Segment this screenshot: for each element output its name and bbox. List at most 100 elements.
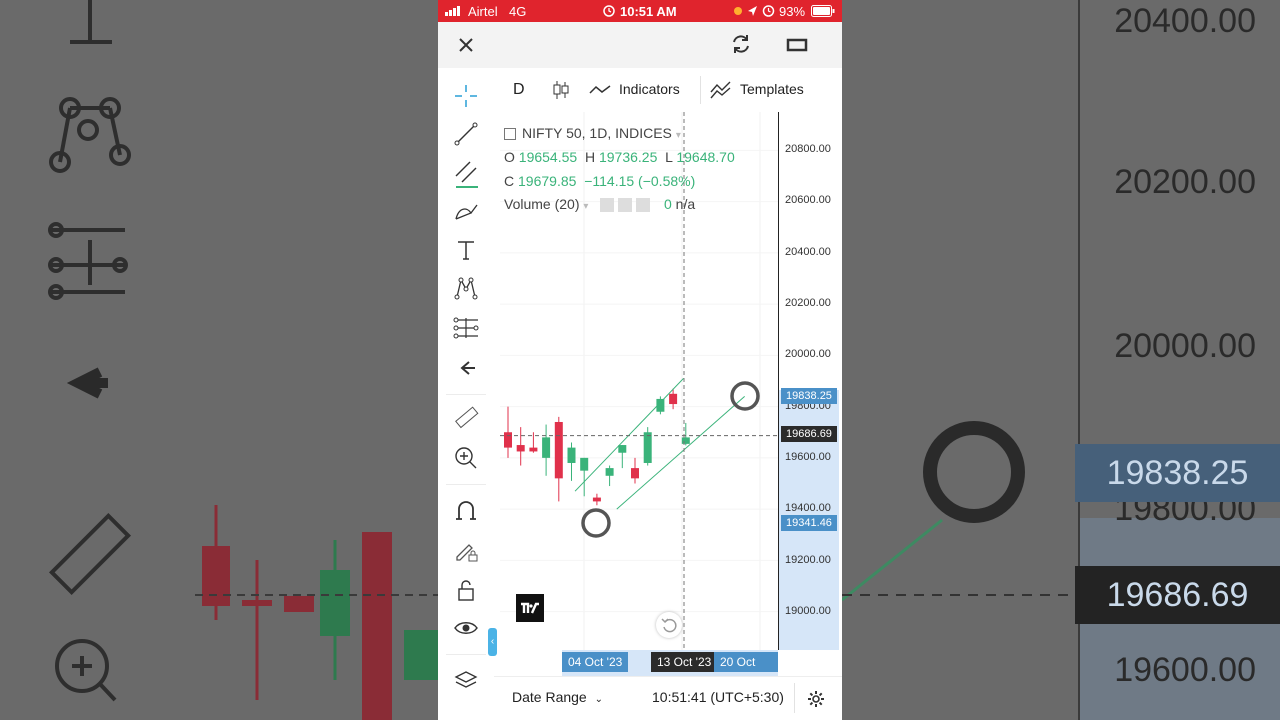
volume-label: Volume (20) [504, 196, 580, 212]
channel-anchor-handle [730, 381, 760, 411]
candle-body [669, 393, 678, 405]
candle-body [567, 447, 576, 463]
dropdown-caret-icon: ▾ [583, 201, 589, 212]
price-tick: 20000.00 [785, 348, 831, 360]
remove-small-icon[interactable] [636, 198, 651, 213]
date-range-button[interactable]: Date Range ⌄ [512, 689, 603, 705]
indicators-label: Indicators [619, 81, 680, 97]
gear-icon[interactable] [802, 685, 830, 713]
candles-icon[interactable] [550, 78, 572, 102]
candle-body [592, 497, 601, 502]
legend-ohlc-row: O 19654.55 H 19736.25 L 19648.70 [504, 149, 735, 165]
lower-price-label: 19341.46 [781, 515, 837, 531]
fullscreen-icon[interactable] [782, 30, 812, 60]
back-arrow-icon[interactable] [450, 352, 482, 384]
templates-icon [710, 81, 731, 99]
collapse-legend-icon[interactable] [504, 128, 516, 141]
candle-body [580, 457, 589, 471]
candle-body [643, 432, 652, 463]
ruler-icon[interactable] [450, 402, 482, 434]
bg-price-label: 19600.00 [1114, 651, 1256, 689]
dropdown-caret-icon: ▾ [675, 130, 681, 141]
channel-line [616, 395, 745, 510]
chevron-down-icon: ⌄ [594, 694, 603, 705]
low-label: L [665, 149, 673, 165]
tool-divider [446, 394, 486, 395]
tradingview-logo [516, 594, 544, 622]
price-tick: 19400.00 [785, 502, 831, 514]
layers-icon[interactable] [450, 665, 482, 697]
time-label: 20 Oct '23 [714, 652, 778, 689]
candle-body [516, 445, 525, 452]
symbol-name: NIFTY 50, 1D, INDICES [522, 125, 672, 141]
price-tick: 19000.00 [785, 605, 831, 617]
zoom-in-icon[interactable] [450, 442, 482, 474]
indicators-button[interactable]: Indicators [589, 80, 694, 102]
volume-value: 0 [663, 196, 672, 212]
price-tick: 20800.00 [785, 143, 831, 155]
brush-icon[interactable] [450, 196, 482, 228]
battery-percent: 93% [779, 4, 806, 19]
drawing-toolbar: ‹ [438, 68, 497, 720]
legend-volume-row: Volume (20) ▾ 0 n/a [504, 196, 695, 213]
templates-button[interactable]: Templates [710, 80, 830, 102]
legend-symbol-row: NIFTY 50, 1D, INDICES ▾ [504, 125, 681, 141]
close-value: 19679.85 [518, 173, 577, 189]
time-label: 13 Oct '23 [651, 652, 718, 672]
parallel-channel-icon[interactable] [450, 158, 482, 190]
price-tick: 20200.00 [785, 297, 831, 309]
time-axis[interactable]: 04 Oct '23 13 Oct '23 20 Oct '23 [500, 650, 778, 689]
eye-icon[interactable] [450, 612, 482, 644]
reset-chart-icon[interactable] [656, 612, 682, 638]
background-zoom-left [0, 0, 438, 720]
trend-line-icon[interactable] [450, 118, 482, 150]
close-label: C [504, 173, 515, 189]
candle-body [681, 437, 690, 444]
background-tools [48, 0, 438, 720]
settings-small-icon[interactable] [618, 198, 633, 213]
refresh-icon[interactable] [726, 29, 756, 59]
timezone-clock[interactable]: 10:51:41 (UTC+5:30) [652, 689, 784, 705]
price-axis[interactable]: 20800.00 20600.00 20400.00 20200.00 2000… [778, 112, 839, 650]
bg-price-label: 20400.00 [1114, 2, 1256, 40]
low-value: 19648.70 [676, 149, 735, 165]
tool-divider [446, 484, 486, 485]
lock-drawing-icon[interactable] [450, 534, 482, 566]
candle-body [605, 468, 614, 476]
channel-anchor-handle [581, 508, 611, 538]
chart-area[interactable]: NIFTY 50, 1D, INDICES ▾ O 19654.55 H 1973… [500, 98, 778, 650]
magnet-icon[interactable] [450, 494, 482, 526]
visibility-icon[interactable] [600, 198, 615, 213]
crosshair-icon[interactable] [450, 80, 482, 112]
location-icon [748, 6, 757, 16]
prediction-icon[interactable] [450, 312, 482, 344]
bg-current-price-label: 19686.69 [1075, 566, 1280, 624]
upper-price-label: 19838.25 [781, 388, 837, 404]
bg-price-label: 20200.00 [1114, 163, 1256, 201]
battery-icon [811, 5, 835, 17]
top-bar [438, 22, 842, 68]
close-icon[interactable] [452, 31, 480, 59]
high-label: H [584, 149, 596, 165]
bg-upper-price-label: 19838.25 [1075, 444, 1280, 502]
legend-close-row: C 19679.85 −114.15 (−0.58%) [504, 173, 695, 189]
bottom-divider [794, 683, 795, 713]
channel-line [574, 378, 684, 492]
interval-button[interactable]: D [513, 81, 525, 99]
candle-body [631, 468, 639, 479]
price-tick: 19200.00 [785, 554, 831, 566]
indicators-icon [589, 85, 611, 94]
tool-divider [446, 654, 486, 655]
recording-dot-icon [734, 7, 742, 15]
text-tool-icon[interactable] [450, 234, 482, 266]
chart-toolbar: D Indicators Templates [494, 68, 842, 112]
collapse-toolbar-chevron-icon[interactable]: ‹ [488, 628, 497, 656]
time-label: 04 Oct '23 [562, 652, 629, 672]
pattern-icon[interactable] [450, 272, 482, 304]
unlock-icon[interactable] [450, 574, 482, 606]
open-label: O [504, 149, 515, 165]
candle-body [504, 432, 512, 448]
carrier-name: Airtel [468, 4, 498, 19]
candle-body [529, 447, 538, 452]
price-tick: 19600.00 [785, 451, 831, 463]
